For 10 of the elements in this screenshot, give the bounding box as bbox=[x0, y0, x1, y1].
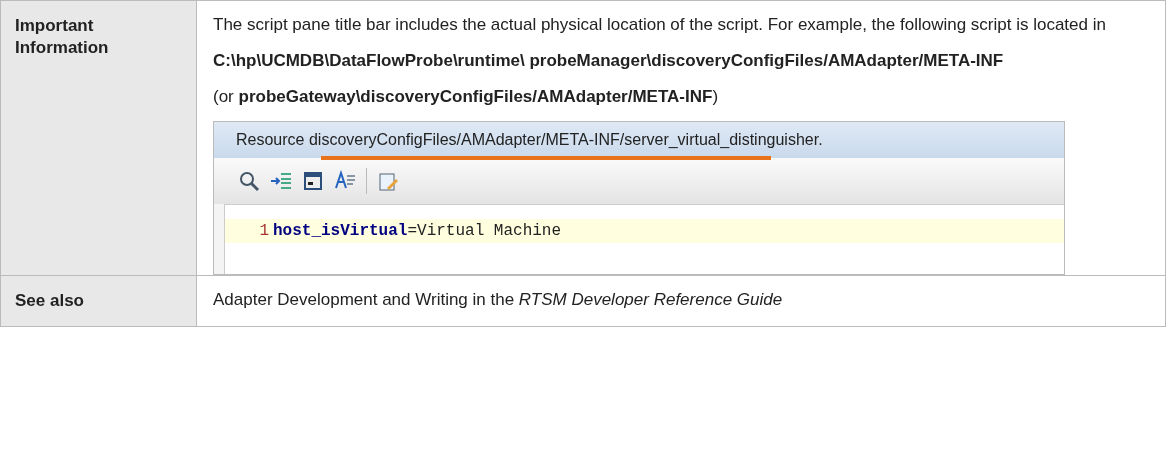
row-heading: See also bbox=[1, 276, 197, 326]
paragraph: The script pane title bar includes the actual physical location of the script. For example, the following script is located in bbox=[213, 14, 1107, 36]
window-icon[interactable] bbox=[302, 170, 324, 192]
pane-title: Resource discoveryConfigFiles/AMAdapter/META-INF/server_virtual_distinguisher. bbox=[236, 130, 823, 150]
search-icon[interactable] bbox=[238, 170, 260, 192]
indent-icon[interactable] bbox=[270, 170, 292, 192]
row-heading: Important Information bbox=[1, 1, 197, 276]
paragraph: C:\hp\UCMDB\DataFlowProbe\runtime\ probeManager\discoveryConfigFiles/AMAdapter/META-INF bbox=[213, 50, 1005, 72]
paragraph: Adapter Development and Writing in the RTSM Developer Reference Guide bbox=[213, 289, 784, 311]
paragraph: (or probeGateway\discoveryConfigFiles/AMAdapter/META-INF) bbox=[213, 86, 720, 108]
